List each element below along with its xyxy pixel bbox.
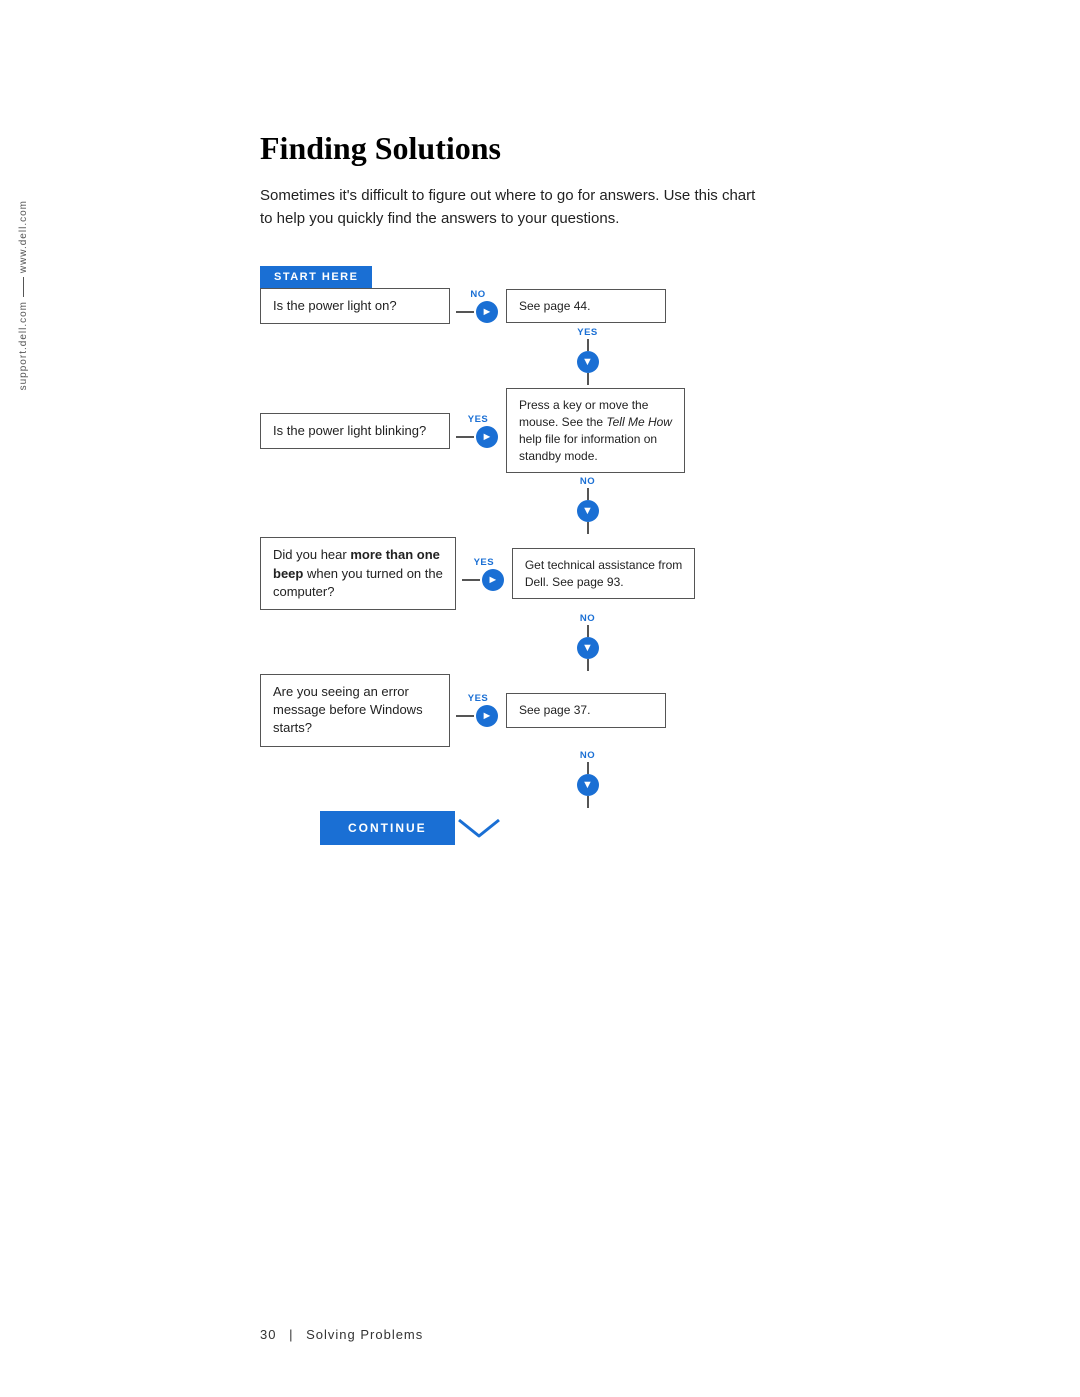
sidebar: www.dell.com support.dell.com: [18, 200, 29, 391]
q2-v-line-top: [587, 488, 589, 500]
sidebar-url1: www.dell.com: [18, 200, 29, 273]
q3-yes-answer-line1: Get technical assistance from: [525, 558, 682, 572]
q1-yes-label: YES: [577, 327, 598, 338]
q1-no-arrow: ►: [476, 301, 498, 323]
q4-line3: starts?: [273, 720, 312, 735]
flowchart: START HERE Is the power light on? NO ► S…: [260, 266, 820, 845]
q3-v-line-bot: [587, 659, 589, 671]
q1-v-line-top: [587, 339, 589, 351]
q4-no-label: NO: [580, 750, 595, 761]
q4-line1: Are you seeing an error: [273, 684, 409, 699]
q3-line3: computer?: [273, 584, 334, 599]
q2-no-arrow-down: ▼: [577, 500, 599, 522]
q4-v-line-top: [587, 762, 589, 774]
sidebar-divider: [23, 277, 24, 297]
q2-yes-label: YES: [468, 414, 489, 425]
q3-v-line-top: [587, 625, 589, 637]
q4-line2: message before Windows: [273, 702, 423, 717]
main-content: Finding Solutions Sometimes it's difficu…: [260, 130, 1020, 845]
q2-yes-arrow: ►: [476, 426, 498, 448]
question-2-text: Is the power light blinking?: [273, 423, 426, 438]
q3-yes-answer-line2: Dell. See page 93.: [525, 575, 624, 589]
page-title: Finding Solutions: [260, 130, 1020, 167]
q1-no-answer-box: See page 44.: [506, 289, 666, 324]
q3-text-pre: Did you hear: [273, 547, 350, 562]
start-here-box: START HERE: [260, 266, 820, 288]
q2-yes-answer-line1: Press a key or move the: [519, 398, 648, 412]
continue-right-arrow-icon: [457, 812, 501, 844]
q3-no-down: NO ▼: [260, 613, 820, 671]
sidebar-url2: support.dell.com: [18, 301, 29, 390]
page: www.dell.com support.dell.com Finding So…: [0, 0, 1080, 1397]
q1-yes-down: YES ▼: [260, 327, 820, 385]
q4-yes-answer-text: See page 37.: [519, 703, 590, 717]
question-1-text: Is the power light on?: [273, 298, 397, 313]
q3-line2b: when you turned on the: [303, 566, 443, 581]
continue-button[interactable]: CONTINUE: [320, 811, 455, 845]
continue-label: CONTINUE: [348, 821, 427, 835]
q1-no-answer-text: See page 44.: [519, 299, 590, 313]
footer-page-number: 30: [260, 1327, 276, 1342]
subtitle: Sometimes it's difficult to figure out w…: [260, 185, 1020, 230]
q2-yes-answer-italic: Tell Me How: [606, 415, 672, 429]
question-4-box: Are you seeing an error message before W…: [260, 674, 450, 747]
q2-yes-answer-line3: help file for information on: [519, 432, 657, 446]
subtitle-line2: to help you quickly find the answers to …: [260, 210, 619, 227]
q1-yes-arrow-down: ▼: [577, 351, 599, 373]
q2-yes-answer-line2: mouse. See the: [519, 415, 606, 429]
q2-no-label: NO: [580, 476, 595, 487]
q4-no-down: NO ▼: [260, 750, 820, 808]
q3-yes-answer-box: Get technical assistance from Dell. See …: [512, 548, 695, 600]
q2-yes-answer-line4: standby mode.: [519, 449, 598, 463]
q2-v-line-bot: [587, 522, 589, 534]
q2-no-down: NO ▼: [260, 476, 820, 534]
subtitle-line1: Sometimes it's difficult to figure out w…: [260, 187, 755, 204]
start-here-label: START HERE: [260, 266, 372, 288]
q4-yes-label: YES: [468, 693, 489, 704]
footer: 30 | Solving Problems: [260, 1327, 423, 1342]
q3-bold: more than one: [350, 547, 440, 562]
question-1-box: Is the power light on?: [260, 288, 450, 324]
q3-yes-arrow: ►: [482, 569, 504, 591]
q1-v-line-bot: [587, 373, 589, 385]
q1-no-label: NO: [470, 289, 485, 300]
q4-yes-answer-box: See page 37.: [506, 693, 666, 728]
footer-text: Solving Problems: [306, 1327, 423, 1342]
q3-no-arrow-down: ▼: [577, 637, 599, 659]
q3-beep: beep: [273, 566, 303, 581]
q3-yes-label: YES: [474, 557, 495, 568]
q3-no-label: NO: [580, 613, 595, 624]
q4-v-line-bot: [587, 796, 589, 808]
q4-no-arrow-down: ▼: [577, 774, 599, 796]
q2-yes-answer-box: Press a key or move the mouse. See the T…: [506, 388, 685, 473]
question-3-box: Did you hear more than one beep when you…: [260, 537, 456, 610]
q4-yes-arrow: ►: [476, 705, 498, 727]
footer-pipe: |: [289, 1327, 293, 1342]
question-2-box: Is the power light blinking?: [260, 413, 450, 449]
